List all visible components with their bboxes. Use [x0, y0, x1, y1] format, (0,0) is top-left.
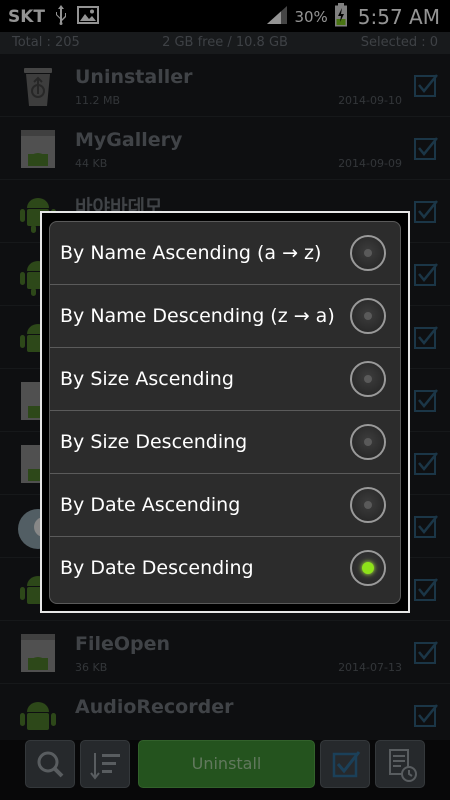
radio-button[interactable] [350, 361, 386, 397]
sort-option-label: By Name Descending (z → a) [60, 305, 335, 327]
sort-option-label: By Date Ascending [60, 494, 241, 516]
sort-option-name-desc[interactable]: By Name Descending (z → a) [50, 285, 400, 348]
radio-dot [362, 562, 374, 574]
radio-button[interactable] [350, 487, 386, 523]
sort-option-date-asc[interactable]: By Date Ascending [50, 474, 400, 537]
sort-option-label: By Name Ascending (a → z) [60, 242, 322, 264]
sort-dialog: By Name Ascending (a → z) By Name Descen… [49, 221, 401, 604]
sort-option-label: By Size Ascending [60, 368, 234, 390]
radio-button[interactable] [350, 235, 386, 271]
sort-option-label: By Date Descending [60, 557, 254, 579]
radio-button[interactable] [350, 298, 386, 334]
radio-button[interactable] [350, 424, 386, 460]
radio-dot [364, 249, 372, 257]
sort-option-date-desc[interactable]: By Date Descending [50, 537, 400, 600]
radio-dot [364, 375, 372, 383]
sort-option-size-asc[interactable]: By Size Ascending [50, 348, 400, 411]
sort-option-name-asc[interactable]: By Name Ascending (a → z) [50, 222, 400, 285]
radio-dot [364, 312, 372, 320]
radio-dot [364, 501, 372, 509]
radio-dot [364, 438, 372, 446]
radio-button[interactable] [350, 550, 386, 586]
sort-option-size-desc[interactable]: By Size Descending [50, 411, 400, 474]
sort-option-label: By Size Descending [60, 431, 248, 453]
